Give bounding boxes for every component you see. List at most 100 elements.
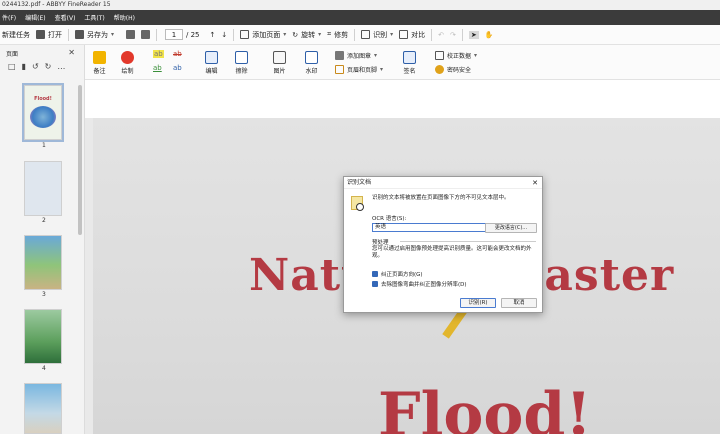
draw-icon [121, 51, 134, 64]
undo-button[interactable]: ↶ [438, 31, 444, 39]
deskew-checkbox[interactable]: 去除图像弯曲并纠正图像分辨率(D) [372, 280, 467, 288]
prev-page-button[interactable]: ↑ [210, 31, 216, 39]
preprocess-help-text: 您可以通过启用图像预处理提高识别质量。这可能会更改文档的外观。 [372, 246, 532, 259]
page-thumbnail-4[interactable] [24, 309, 62, 364]
image-button[interactable]: 图片 [273, 51, 286, 75]
close-icon[interactable]: ✕ [532, 177, 538, 189]
eraser-icon [235, 51, 248, 64]
squiggly-button[interactable]: ab [173, 64, 182, 72]
recognize-icon [361, 30, 371, 39]
new-task-button[interactable]: 新建任务 [2, 30, 30, 40]
select-tool-button[interactable]: ➤ [468, 30, 479, 39]
chevron-down-icon: ▾ [318, 31, 322, 38]
redo-icon: ↷ [450, 30, 456, 39]
image-icon [273, 51, 286, 64]
compare-button[interactable]: 对比 [399, 30, 425, 40]
menu-view[interactable]: 查看(V) [53, 13, 83, 22]
cancel-button[interactable]: 取消 [501, 298, 537, 308]
chevron-down-icon: ▾ [390, 31, 394, 38]
erase-button[interactable]: 擦除 [235, 51, 248, 75]
divider [400, 241, 536, 242]
page-thumbnail-3[interactable] [24, 235, 62, 290]
highlight-icon: ab [153, 50, 164, 58]
new-page-icon[interactable]: □ [8, 62, 16, 71]
chevron-down-icon: ▾ [283, 31, 287, 38]
folder-icon [36, 30, 45, 39]
chevron-down-icon: ▾ [474, 52, 478, 59]
crop-button[interactable]: ⌗ 修剪 [327, 30, 348, 40]
menu-file[interactable]: 件(F) [0, 13, 23, 22]
undo-icon: ↶ [438, 30, 445, 39]
menu-help[interactable]: 帮助(H) [112, 13, 142, 22]
thumbnail-illustration [30, 106, 56, 128]
menu-tools[interactable]: 工具(T) [82, 13, 111, 22]
proofread-button[interactable]: 校正数据 ▾ [435, 51, 477, 60]
rotate-left-icon[interactable]: ↺ [32, 62, 39, 71]
page-thumbnail-2[interactable] [24, 161, 62, 216]
sign-button[interactable]: 签名 [403, 51, 416, 75]
hand-tool-button[interactable]: ✋ [485, 31, 494, 39]
page-number-label: 3 [42, 291, 46, 298]
more-icon[interactable]: … [57, 62, 65, 71]
recognize-button[interactable]: 识别(R) [460, 298, 496, 308]
add-page-button[interactable]: 添加页面 ▾ [240, 30, 286, 40]
rotate-button[interactable]: ↻ 旋转 ▾ [292, 30, 321, 40]
stamp-icon [335, 51, 344, 60]
arrow-down-icon: ↓ [221, 30, 228, 39]
highlight-button[interactable]: ab [153, 50, 164, 58]
ocr-language-value: 英语 [375, 224, 387, 230]
watermark-button[interactable]: 水印 [305, 51, 318, 75]
panel-scrollbar[interactable] [78, 85, 82, 235]
redo-button[interactable]: ↷ [450, 31, 456, 39]
header-footer-button[interactable]: 页眉和页脚 ▾ [335, 65, 383, 74]
recognize-button[interactable]: 识别 ▾ [361, 30, 393, 40]
page-margin [85, 80, 720, 118]
pen-icon [403, 51, 416, 64]
password-security-button[interactable]: 密码安全 [435, 65, 471, 74]
change-languages-button[interactable]: 更改语言(C)... [485, 223, 537, 233]
main-toolbar: 新建任务 打开 另存为 ▾ 1 / 25 ↑ ↓ 添加页面 ▾ ↻ 旋转 ▾ ⌗… [0, 25, 720, 45]
correct-orientation-checkbox[interactable]: 纠正页面方向(G) [372, 270, 423, 278]
page-thumbnail-5[interactable] [24, 383, 62, 434]
dialog-message: 识别的文本将被放置在页面图像下方的不可见文本层中。 [372, 195, 510, 201]
add-page-icon [240, 30, 250, 39]
close-icon[interactable]: ✕ [68, 48, 75, 57]
compare-icon [399, 30, 409, 39]
save-icon [75, 30, 84, 39]
page-thumbnail-1[interactable]: Flood! [22, 83, 64, 142]
note-button[interactable]: 备注 [93, 51, 106, 75]
strikethrough-button[interactable]: ab [173, 50, 182, 58]
page-number-input[interactable]: 1 [165, 29, 184, 40]
panel-tools: □ ▮ ↺ ↻ … [0, 59, 84, 73]
dialog-title: 识别文档 [347, 179, 372, 186]
edit-button[interactable]: 编辑 [205, 51, 218, 75]
add-figure-button[interactable]: 添加图章 ▾ [335, 51, 377, 60]
draw-button[interactable]: 绘制 [121, 51, 134, 75]
rotate-right-icon[interactable]: ↻ [45, 62, 52, 71]
cursor-icon: ➤ [468, 30, 479, 39]
strikethrough-icon: ab [173, 50, 182, 58]
divider [68, 28, 69, 41]
window-title: 0244132.pdf - ABBYY FineReader 15 [0, 0, 720, 10]
open-button[interactable]: 打开 [36, 30, 62, 40]
crop-icon: ⌗ [327, 30, 332, 38]
trash-icon[interactable]: ▮ [22, 62, 26, 71]
preprocess-label: 预处理 [372, 240, 389, 246]
page-number-label: 2 [42, 217, 46, 224]
checkbox-checked-icon [372, 271, 378, 277]
chevron-down-icon: ▾ [380, 66, 384, 73]
chevron-down-icon: ▾ [374, 52, 378, 59]
thumbnail-title: Flood! [34, 96, 52, 102]
divider [156, 28, 158, 41]
next-page-button[interactable]: ↓ [221, 31, 227, 39]
pages-panel: 页面 ✕ □ ▮ ↺ ↻ … Flood! 1 2 3 4 [0, 45, 85, 434]
save-as-button[interactable]: 另存为 ▾ [75, 30, 114, 40]
annotation-ribbon: 备注 绘制 ab ab ab ab 编辑 擦除 图片 水印 添加图章 ▾ 页眉和… [85, 45, 720, 80]
divider [354, 28, 356, 41]
underline-button[interactable]: ab [153, 64, 162, 72]
print-button[interactable] [126, 30, 136, 39]
email-button[interactable] [141, 30, 151, 39]
underline-icon: ab [153, 64, 162, 72]
page-number-label: 1 [42, 142, 46, 149]
menu-edit[interactable]: 编辑(E) [23, 13, 52, 22]
